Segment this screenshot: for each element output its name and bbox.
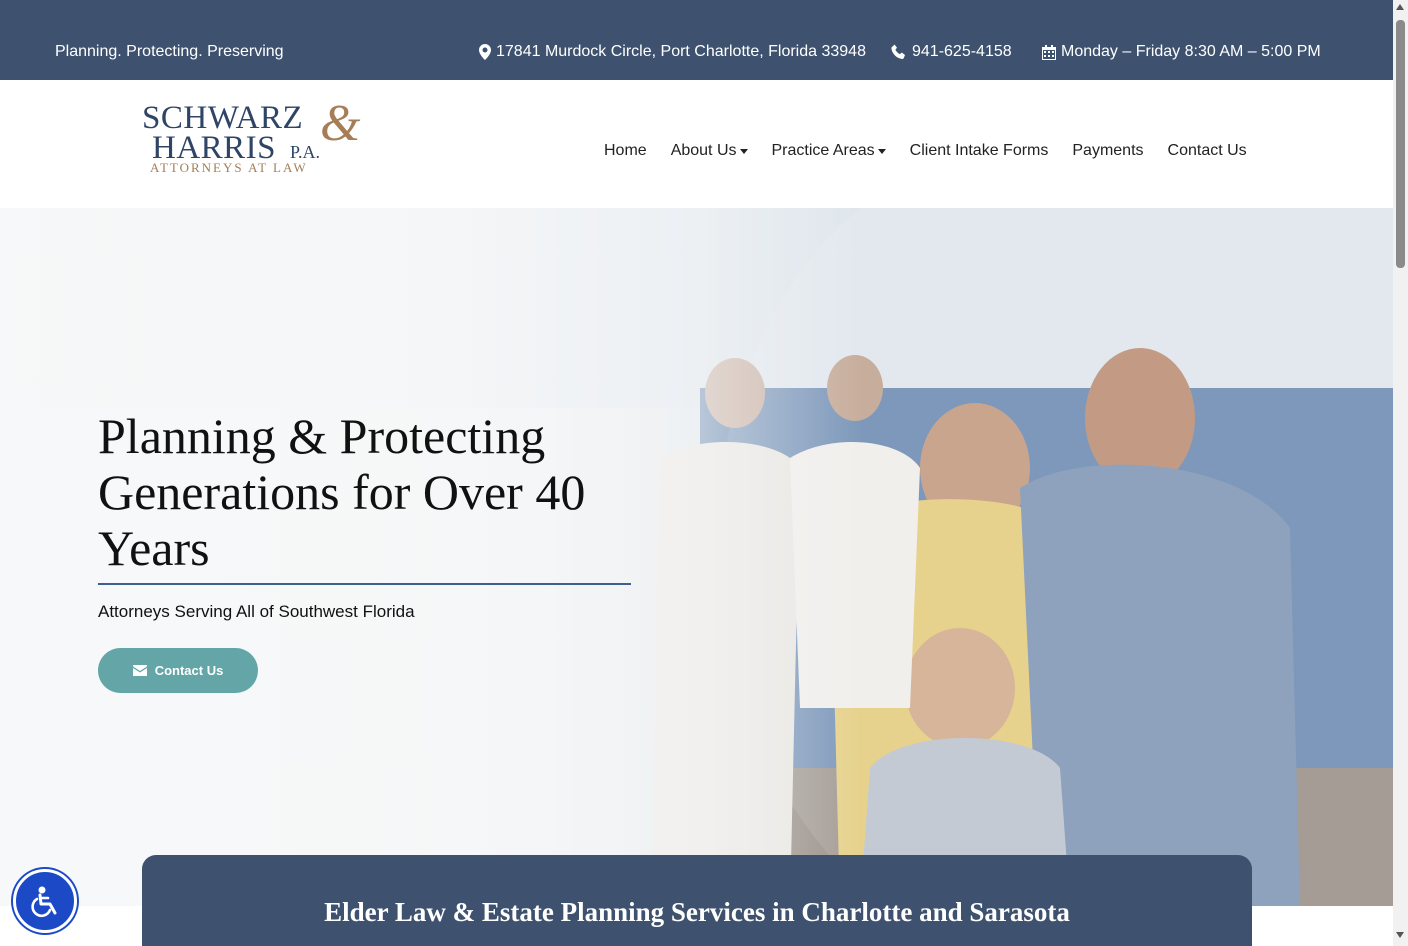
hero-section: Planning & Protecting Generations for Ov… (0, 208, 1393, 906)
hours-info: Monday – Friday 8:30 AM – 5:00 PM (1042, 43, 1321, 61)
nav-practice-areas[interactable]: Practice Areas (772, 142, 886, 160)
phone-info[interactable]: 941-625-4158 (891, 43, 1012, 61)
nav-contact-us[interactable]: Contact Us (1168, 142, 1247, 160)
accessibility-button[interactable] (13, 869, 77, 933)
nav-about-us-label: About Us (670, 142, 737, 159)
hero-divider (98, 583, 631, 585)
nav-about-us[interactable]: About Us (671, 142, 748, 160)
page-scrollbar[interactable] (1393, 0, 1408, 946)
caret-down-icon (877, 148, 886, 154)
top-info-bar: Planning. Protecting. Preserving 17841 M… (0, 0, 1393, 80)
nav-practice-areas-label: Practice Areas (771, 142, 875, 159)
firm-logo[interactable]: SCHWARZ & HARRIS P.A. ATTORNEYS AT LAW (140, 98, 380, 178)
envelope-icon (132, 665, 147, 676)
services-heading: Elder Law & Estate Planning Services in … (324, 897, 1070, 927)
nav-payments-label: Payments (1072, 142, 1144, 159)
address-text: 17841 Murdock Circle, Port Charlotte, Fl… (496, 43, 866, 60)
hero-subheadline: Attorneys Serving All of Southwest Flori… (98, 602, 415, 621)
logo-tagline: ATTORNEYS AT LAW (150, 160, 308, 175)
scrollbar-thumb[interactable] (1396, 20, 1405, 268)
nav-contact-us-label: Contact Us (1167, 142, 1247, 159)
caret-down-icon (739, 148, 748, 154)
nav-home-label: Home (604, 142, 647, 159)
main-nav: Home About Us Practice Areas Client Inta… (604, 142, 1247, 160)
site-header: SCHWARZ & HARRIS P.A. ATTORNEYS AT LAW H… (0, 80, 1393, 208)
nav-payments[interactable]: Payments (1072, 142, 1143, 160)
tagline: Planning. Protecting. Preserving (55, 43, 284, 60)
address-info[interactable]: 17841 Murdock Circle, Port Charlotte, Fl… (479, 43, 866, 61)
nav-client-intake-forms-label: Client Intake Forms (909, 142, 1049, 159)
nav-home[interactable]: Home (604, 142, 647, 160)
calendar-icon (1042, 44, 1056, 60)
accessibility-icon (31, 886, 57, 917)
contact-us-button-label: Contact Us (154, 663, 224, 678)
contact-us-button[interactable]: Contact Us (98, 648, 258, 693)
scroll-down-icon[interactable] (1396, 932, 1404, 938)
logo-ampersand: & (320, 95, 361, 152)
scroll-up-icon[interactable] (1396, 4, 1404, 10)
hero-headline: Planning & Protecting Generations for Ov… (98, 408, 586, 576)
map-marker-icon (479, 44, 491, 60)
phone-icon (891, 44, 905, 60)
nav-client-intake-forms[interactable]: Client Intake Forms (910, 142, 1049, 160)
services-banner: Elder Law & Estate Planning Services in … (142, 855, 1252, 946)
phone-text: 941-625-4158 (912, 43, 1012, 60)
hours-text: Monday – Friday 8:30 AM – 5:00 PM (1061, 43, 1321, 60)
